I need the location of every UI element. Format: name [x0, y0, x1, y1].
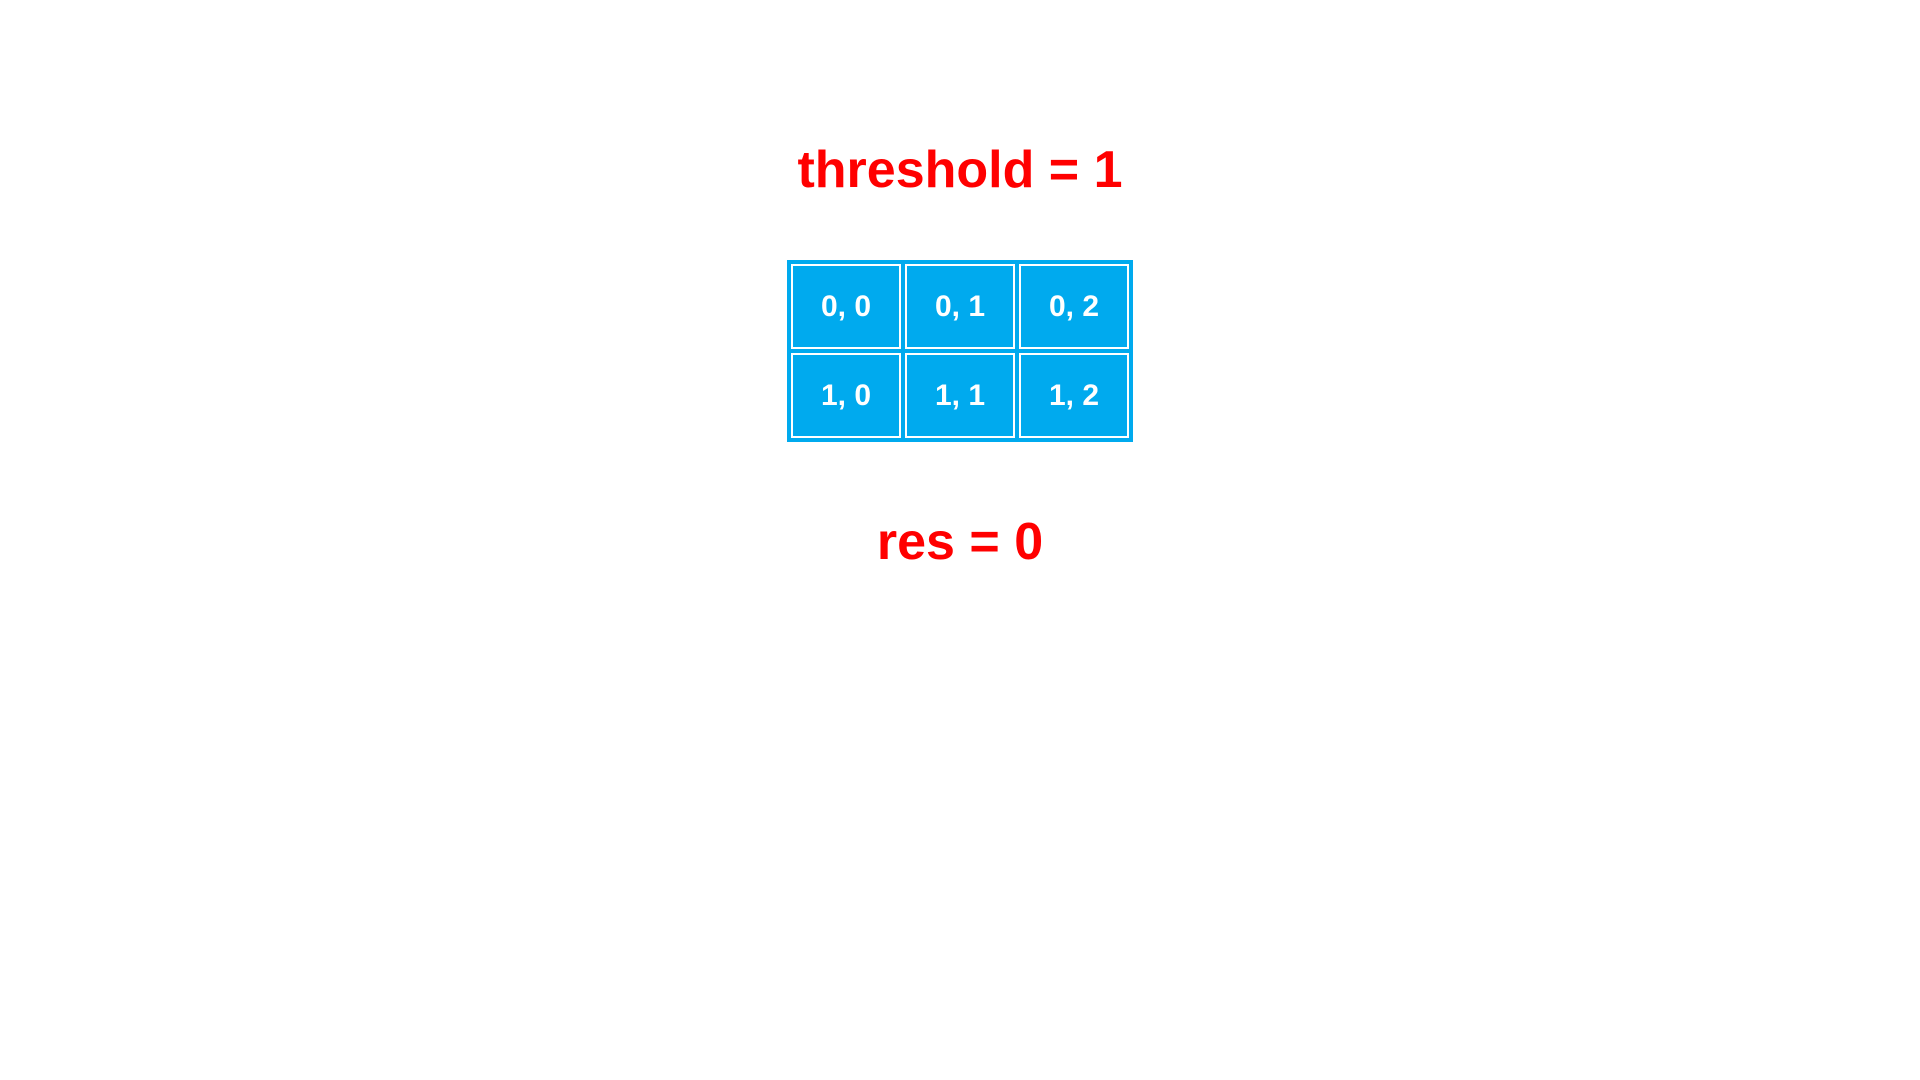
cell-0-1: 0, 1 — [905, 264, 1015, 349]
cell-0-2: 0, 2 — [1019, 264, 1129, 349]
cell-0-0: 0, 0 — [791, 264, 901, 349]
cell-1-0: 1, 0 — [791, 353, 901, 438]
cell-1-1: 1, 1 — [905, 353, 1015, 438]
threshold-label: threshold = 1 — [797, 140, 1122, 200]
cell-1-2: 1, 2 — [1019, 353, 1129, 438]
res-label: res = 0 — [877, 512, 1043, 572]
grid-container: 0, 0 0, 1 0, 2 1, 0 1, 1 1, 2 — [787, 260, 1133, 442]
